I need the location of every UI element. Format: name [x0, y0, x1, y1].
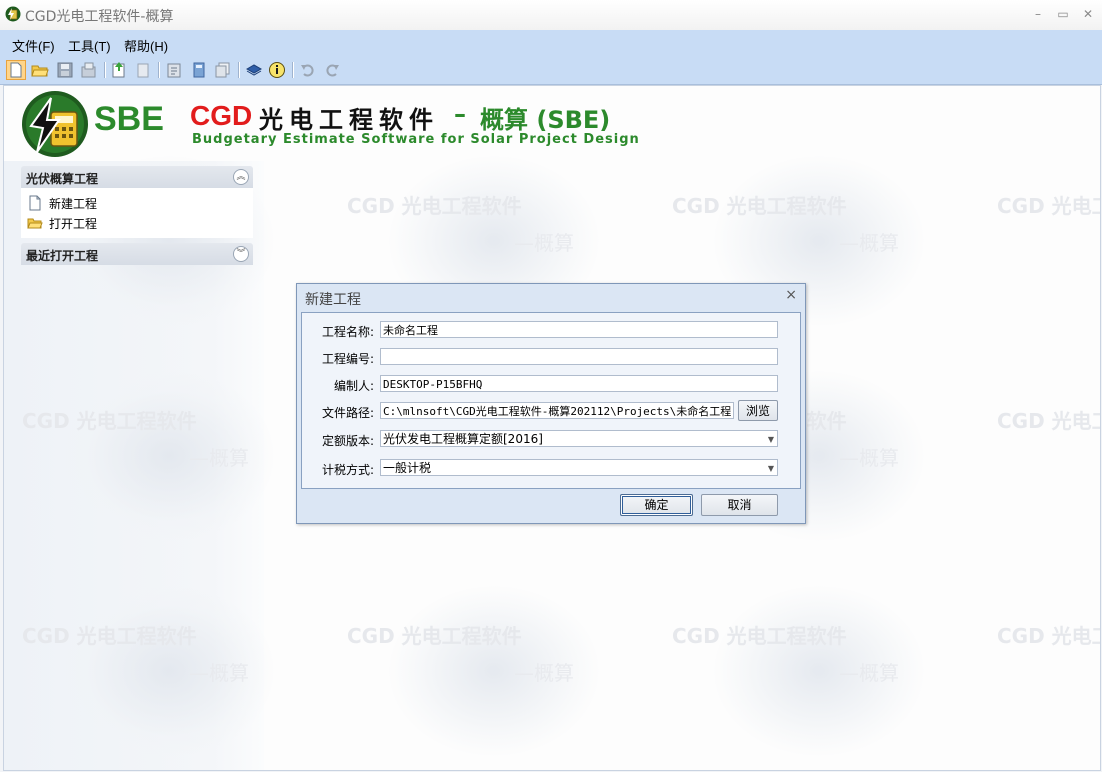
quota-version-label: 定额版本:	[321, 434, 374, 448]
toolbar-separator	[292, 62, 294, 78]
calculator-icon[interactable]	[190, 61, 208, 79]
watermark-text: —概算	[514, 661, 574, 685]
menu-bar: 文件(F) 工具(T) 帮助(H)	[0, 30, 1102, 56]
minimize-button[interactable]: –	[1028, 5, 1048, 23]
brand-subtitle: Budgetary Estimate Software for Solar Pr…	[192, 132, 640, 147]
panel-title: 最近打开工程	[26, 249, 99, 263]
expand-icon[interactable]: ︾	[233, 246, 249, 262]
watermark-text: CGD 光电工程软件	[22, 409, 197, 433]
book-icon[interactable]	[245, 61, 263, 79]
maximize-button[interactable]: ▭	[1053, 5, 1073, 23]
panel-recent-projects-header[interactable]: 最近打开工程 ︾	[21, 243, 253, 265]
watermark-text: —概算	[839, 446, 899, 470]
task-label: 打开工程	[49, 217, 98, 231]
brand-dash: –	[454, 100, 466, 128]
watermark-text: CGD 光电工程软件	[672, 194, 847, 218]
project-name-input[interactable]: 未命名工程	[380, 321, 778, 338]
window-title: CGD光电工程软件-概算	[25, 9, 174, 25]
file-path-input[interactable]: C:\mlnsoft\CGD光电工程软件-概算202112\Projects\未…	[380, 402, 734, 419]
new-file-icon	[29, 195, 41, 211]
watermark-text: CGD 光电工程软件	[997, 624, 1100, 648]
project-name-label: 工程名称:	[321, 325, 374, 339]
dropdown-arrow-icon: ▼	[767, 435, 774, 444]
toolbar-separator	[238, 62, 240, 78]
quota-version-value: 光伏发电工程概算定额[2016]	[383, 432, 543, 446]
quota-version-select[interactable]: 光伏发电工程概算定额[2016] ▼	[380, 430, 778, 447]
undo-icon[interactable]	[299, 61, 317, 79]
brand-sbe: SBE	[94, 100, 164, 138]
watermark-text: CGD 光电工程软件	[22, 624, 197, 648]
watermark-text: CGD 光电工程软件	[347, 624, 522, 648]
browse-button[interactable]: 浏览	[738, 400, 778, 421]
redo-icon[interactable]	[323, 61, 341, 79]
toolbar	[0, 56, 1102, 85]
import-icon[interactable]	[110, 61, 128, 79]
watermark-text: —概算	[189, 661, 249, 685]
app-logo-icon	[5, 6, 21, 22]
dialog-form: 工程名称: 未命名工程 工程编号: 编制人: DESKTOP-P15BFHQ 文…	[301, 312, 801, 489]
menu-file[interactable]: 文件(F)	[12, 36, 55, 55]
save-icon[interactable]	[56, 61, 74, 79]
author-input[interactable]: DESKTOP-P15BFHQ	[380, 375, 778, 392]
watermark-text: —概算	[189, 446, 249, 470]
file-path-label: 文件路径:	[321, 406, 374, 420]
dropdown-arrow-icon: ▼	[767, 464, 774, 473]
toolbar-separator	[104, 62, 106, 78]
info-icon[interactable]	[268, 61, 286, 79]
save-as-icon[interactable]	[79, 61, 97, 79]
watermark-text: CGD 光电工程软件	[347, 194, 522, 218]
menu-help[interactable]: 帮助(H)	[124, 36, 168, 55]
menu-tools[interactable]: 工具(T)	[68, 36, 111, 55]
tax-method-value: 一般计税	[383, 461, 432, 475]
dialog-title: 新建工程	[305, 292, 361, 308]
watermark-text: —概算	[839, 661, 899, 685]
collapse-icon[interactable]: ︽	[233, 169, 249, 185]
panel-photovoltaic-projects-body: 新建工程 打开工程	[21, 188, 253, 238]
title-bar: CGD光电工程软件-概算 – ▭ ✕	[0, 0, 1102, 31]
report-icon[interactable]	[165, 61, 183, 79]
copy-icon[interactable]	[214, 61, 232, 79]
close-window-button[interactable]: ✕	[1078, 5, 1098, 23]
brand-suffix: 概算 (SBE)	[480, 106, 611, 134]
tax-method-label: 计税方式:	[321, 463, 374, 477]
task-label: 新建工程	[49, 197, 98, 211]
panel-title: 光伏概算工程	[26, 172, 99, 186]
brand-product-name: 光电工程软件	[259, 106, 439, 134]
panel-photovoltaic-projects-header[interactable]: 光伏概算工程 ︽	[21, 166, 253, 188]
sbe-logo-icon	[22, 91, 88, 157]
toolbar-separator	[158, 62, 160, 78]
tax-method-select[interactable]: 一般计税 ▼	[380, 459, 778, 476]
cancel-button[interactable]: 取消	[701, 494, 778, 516]
watermark-text: CGD 光电工程软件	[997, 409, 1100, 433]
new-project-dialog: 新建工程 × 工程名称: 未命名工程 工程编号: 编制人: DESKTOP-P1…	[296, 283, 806, 524]
export-icon[interactable]	[134, 61, 152, 79]
ok-button[interactable]: 确定	[620, 494, 693, 516]
dialog-close-icon[interactable]: ×	[785, 287, 797, 303]
new-file-icon[interactable]	[6, 60, 26, 80]
author-label: 编制人:	[333, 379, 374, 393]
open-folder-icon	[27, 218, 43, 229]
project-code-label: 工程编号:	[321, 352, 374, 366]
watermark-text: CGD 光电工程软件	[997, 194, 1100, 218]
project-code-input[interactable]	[380, 348, 778, 365]
open-folder-icon[interactable]	[31, 61, 49, 79]
brand-cgd: CGD	[190, 100, 253, 131]
watermark-text: —概算	[514, 231, 574, 255]
watermark-text: CGD 光电工程软件	[672, 624, 847, 648]
watermark-text: —概算	[839, 231, 899, 255]
